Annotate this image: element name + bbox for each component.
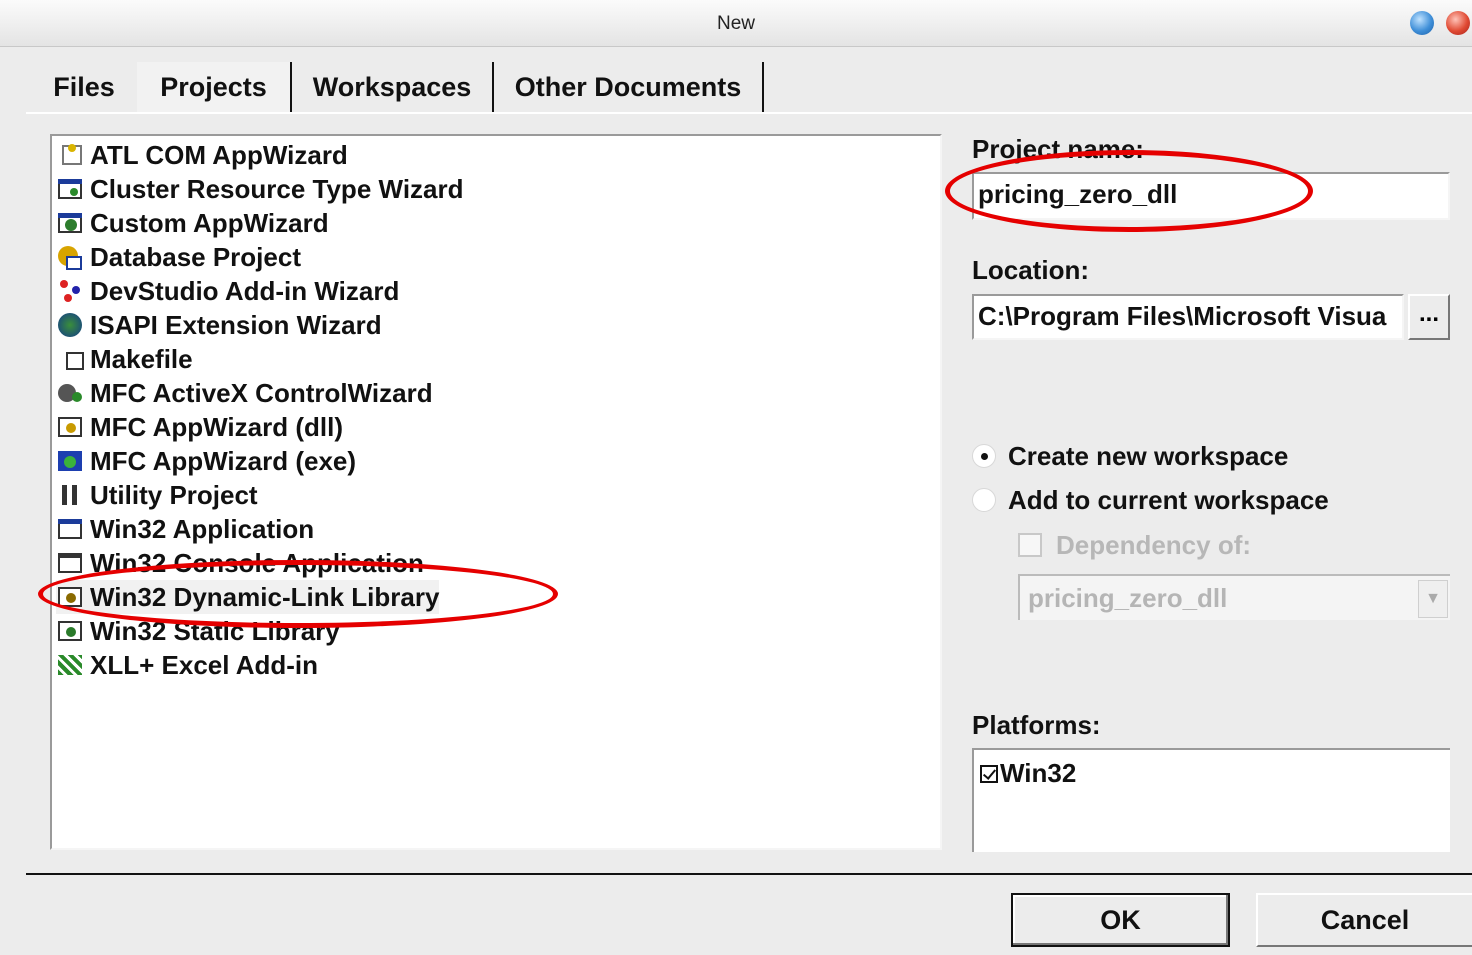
list-item-label: MFC ActiveX ControlWizard — [90, 377, 433, 408]
list-item[interactable]: DevStudio Add-in Wizard — [56, 274, 399, 308]
close-button[interactable] — [1446, 11, 1470, 35]
list-item-selected[interactable]: Win32 Dynamic-Link Library — [56, 580, 440, 614]
mfc-exe-icon — [56, 448, 86, 474]
list-item-label: MFC AppWizard (exe) — [90, 445, 357, 476]
cancel-button[interactable]: Cancel — [1256, 893, 1472, 947]
checkbox-checked-icon — [980, 764, 998, 783]
list-item[interactable]: Custom AppWizard — [56, 206, 329, 240]
platforms-list[interactable]: Win32 — [972, 748, 1450, 852]
title-bar: New — [0, 0, 1472, 47]
dependency-select-value: pricing_zero_dll — [1028, 583, 1228, 613]
list-item[interactable]: Win32 Application — [56, 512, 314, 546]
list-item[interactable]: ATL COM AppWizard — [56, 138, 348, 172]
project-name-input[interactable]: pricing_zero_dll — [972, 172, 1450, 220]
location-label: Location: — [972, 255, 1089, 285]
radio-label: Create new workspace — [1008, 440, 1289, 471]
list-item-label: Utility Project — [90, 479, 258, 510]
list-item-label: Cluster Resource Type Wizard — [90, 173, 464, 204]
project-type-list[interactable]: ATL COM AppWizard Cluster Resource Type … — [50, 134, 942, 850]
atl-com-icon — [56, 142, 86, 168]
window-title: New — [716, 13, 755, 34]
add-to-current-workspace-radio[interactable]: Add to current workspace — [972, 480, 1329, 520]
list-item[interactable]: XLL+ Excel Add-in — [56, 648, 318, 682]
dll-icon — [56, 584, 86, 610]
list-item[interactable]: ISAPI Extension Wizard — [56, 308, 382, 342]
list-item-label: Win32 Console Application — [90, 547, 424, 578]
list-item[interactable]: MFC AppWizard (exe) — [56, 444, 356, 478]
checkbox-icon — [1018, 533, 1042, 557]
divider — [26, 873, 1472, 875]
utility-icon — [56, 482, 86, 508]
location-input[interactable]: C:\Program Files\Microsoft Visua — [972, 294, 1404, 340]
platform-item[interactable]: Win32 — [980, 758, 1076, 789]
list-item-label: MFC AppWizard (dll) — [90, 411, 343, 442]
project-name-label: Project name: — [972, 134, 1144, 164]
list-item-label: Database Project — [90, 241, 301, 272]
static-lib-icon — [56, 618, 86, 644]
list-item[interactable]: Win32 Static Library — [56, 614, 340, 648]
makefile-icon — [56, 346, 86, 372]
browse-button[interactable]: ... — [1408, 294, 1450, 340]
dependency-checkbox[interactable]: Dependency of: — [1018, 526, 1251, 564]
list-item-label: Makefile — [90, 343, 193, 374]
cluster-wizard-icon — [56, 176, 86, 202]
list-item-label: XLL+ Excel Add-in — [90, 649, 319, 680]
tab-files[interactable]: Files — [34, 62, 134, 112]
platforms-label: Platforms: — [972, 710, 1101, 740]
tab-projects[interactable]: Projects — [137, 62, 292, 112]
list-item[interactable]: Win32 Console Application — [56, 546, 424, 580]
list-item-label: DevStudio Add-in Wizard — [90, 275, 400, 306]
tab-panel-border — [26, 112, 1472, 114]
tab-other-documents[interactable]: Other Documents — [494, 62, 764, 112]
list-item[interactable]: MFC ActiveX ControlWizard — [56, 376, 433, 410]
new-dialog: New Files Projects Workspaces Other Docu… — [0, 0, 1472, 955]
list-item-label: Win32 Dynamic-Link Library — [90, 581, 440, 612]
list-item-label: Win32 Application — [90, 513, 315, 544]
radio-selected-icon — [972, 444, 996, 468]
dependency-select[interactable]: pricing_zero_dll ▼ — [1018, 574, 1450, 620]
list-item[interactable]: MFC AppWizard (dll) — [56, 410, 343, 444]
platform-label: Win32 — [1000, 758, 1077, 788]
minimize-button[interactable] — [1410, 11, 1434, 35]
list-item-label: ATL COM AppWizard — [90, 139, 348, 170]
chevron-down-icon[interactable]: ▼ — [1418, 580, 1448, 618]
list-item[interactable]: Utility Project — [56, 478, 258, 512]
list-item-label: Win32 Static Library — [90, 615, 340, 646]
list-item-label: ISAPI Extension Wizard — [90, 309, 382, 340]
list-item-label: Custom AppWizard — [90, 207, 329, 238]
activex-icon — [56, 380, 86, 406]
radio-label: Add to current workspace — [1008, 484, 1329, 515]
list-item[interactable]: Cluster Resource Type Wizard — [56, 172, 464, 206]
list-item[interactable]: Database Project — [56, 240, 301, 274]
ok-button[interactable]: OK — [1011, 893, 1230, 947]
mfc-dll-icon — [56, 414, 86, 440]
tab-workspaces[interactable]: Workspaces — [292, 62, 494, 112]
create-new-workspace-radio[interactable]: Create new workspace — [972, 436, 1288, 476]
database-icon — [56, 244, 86, 270]
win32-app-icon — [56, 516, 86, 542]
xll-icon — [56, 652, 86, 678]
globe-icon — [56, 312, 86, 338]
addin-wizard-icon — [56, 278, 86, 304]
list-item[interactable]: Makefile — [56, 342, 193, 376]
radio-empty-icon — [972, 488, 996, 512]
custom-appwizard-icon — [56, 210, 86, 236]
checkbox-label: Dependency of: — [1056, 529, 1252, 560]
console-icon — [56, 550, 86, 576]
